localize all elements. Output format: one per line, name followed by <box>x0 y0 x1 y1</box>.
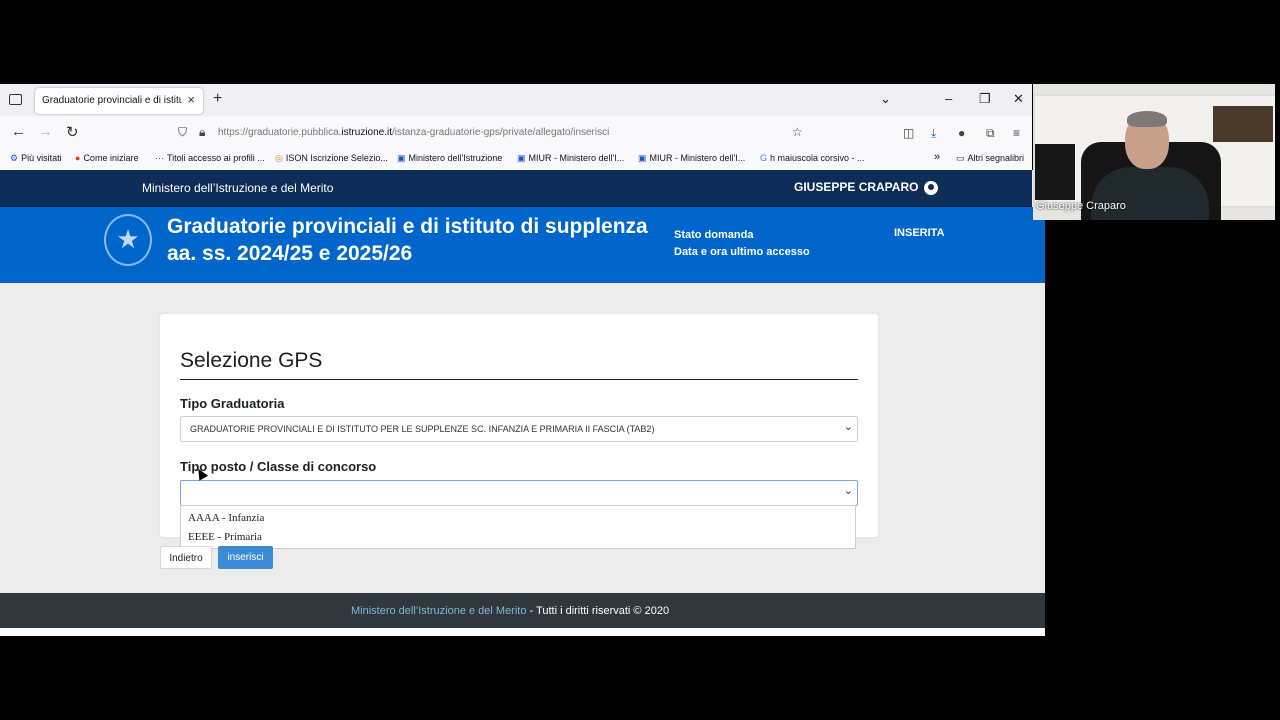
tipo-graduatoria-label: Tipo Graduatoria <box>180 396 285 411</box>
title-line-2: aa. ss. 2024/25 e 2025/26 <box>167 242 413 265</box>
menu-icon[interactable]: ≡ <box>1013 126 1020 140</box>
person-body <box>1091 167 1209 220</box>
lock-icon[interactable]: 🔒︎ <box>199 125 205 140</box>
pocket-icon[interactable]: ◫ <box>903 126 914 140</box>
bookmark-folder-icon: ▭ <box>956 153 965 163</box>
insert-button[interactable]: inserisci <box>218 546 273 569</box>
close-window-icon[interactable]: ✕ <box>1013 91 1024 107</box>
webcam-feed: Giuseppe Craparo <box>1033 84 1275 220</box>
person-hair <box>1127 111 1167 127</box>
bookmark-ministry-icon: ▣ <box>638 153 647 163</box>
bookmark-item[interactable]: ● Come iniziare <box>75 153 138 163</box>
bookmark-item[interactable]: Gh maiuscola corsivo - ... <box>760 153 865 163</box>
ministry-name[interactable]: Ministero dell’Istruzione e del Merito <box>142 181 333 195</box>
url-bar[interactable]: ⛉ 🔒︎ https://graduatorie.pubblica.istruz… <box>172 120 812 145</box>
bookmark-ministry-icon: ▣ <box>397 153 406 163</box>
tab-bar: Graduatorie provinciali e di istituto × … <box>0 84 1032 116</box>
browser-chrome: Graduatorie provinciali e di istituto × … <box>0 84 1032 170</box>
back-button[interactable]: Indietro <box>160 546 212 569</box>
participant-name: Giuseppe Craparo <box>1036 200 1126 212</box>
forward-icon[interactable]: → <box>38 123 53 140</box>
user-menu[interactable]: GIUSEPPE CRAPARO <box>794 180 939 195</box>
tab-title: Graduatorie provinciali e di istituto <box>42 95 182 106</box>
shield-icon[interactable]: ⛉ <box>178 125 187 140</box>
option-infanzia[interactable]: AAAA - Infanzia <box>188 512 264 524</box>
bookmark-star-icon[interactable]: ☆ <box>792 125 803 139</box>
option-primaria[interactable]: EEEE - Primaria <box>188 531 262 543</box>
status-value: INSERITA <box>894 227 945 239</box>
page-bottom-edge <box>0 628 1045 636</box>
back-icon[interactable]: ← <box>11 123 26 140</box>
top-strip: Ministero dell’Istruzione e del Merito G… <box>0 170 1032 207</box>
data-label: Data e ora ultimo accesso <box>674 246 810 258</box>
tipo-graduatoria-select[interactable]: GRADUATORIE PROVINCIALI E DI ISTITUTO PE… <box>180 416 858 442</box>
page-title: Graduatorie provinciali e di istituto di… <box>167 213 648 267</box>
chevron-down-icon: ⌄ <box>843 485 853 497</box>
republic-emblem: ★ <box>104 214 152 266</box>
tab-close-icon[interactable]: × <box>187 92 195 107</box>
emblem-star-icon: ★ <box>116 224 140 254</box>
account-icon[interactable]: ● <box>958 126 965 140</box>
footer-rights: - Tutti i diritti riservati © 2020 <box>526 605 670 617</box>
bookmark-item[interactable]: ▣ MIUR - Ministero dell'I... <box>517 153 624 164</box>
form-card: Selezione GPS Tipo Graduatoria GRADUATOR… <box>160 314 878 537</box>
url-text[interactable]: https://graduatorie.pubblica.istruzione.… <box>218 127 609 138</box>
tab-list-icon[interactable] <box>9 94 22 105</box>
picture-frame <box>1213 106 1273 142</box>
bookmarks-overflow-icon[interactable]: » <box>934 151 940 163</box>
restore-icon[interactable]: ❐ <box>979 91 991 107</box>
site-header: ★ Graduatorie provinciali e di istituto … <box>0 207 1045 283</box>
bookmark-item[interactable]: ▭ Altri segnalibri <box>956 153 1024 164</box>
title-line-1: Graduatorie provinciali e di istituto di… <box>167 215 648 238</box>
screen-left <box>1035 144 1075 200</box>
form-title: Selezione GPS <box>180 349 323 372</box>
tipo-graduatoria-value: GRADUATORIE PROVINCIALI E DI ISTITUTO PE… <box>190 424 655 434</box>
bookmark-item[interactable]: ◎ ISON Iscrizione Selezio... <box>275 153 388 164</box>
new-tab-button[interactable]: + <box>213 90 222 108</box>
bookmark-site-icon: ◎ <box>275 153 283 163</box>
user-name: GIUSEPPE CRAPARO <box>794 180 919 194</box>
bookmark-item[interactable]: ▣ Ministero dell'Istruzione <box>397 153 502 164</box>
user-icon <box>924 180 939 195</box>
tipo-posto-dropdown: AAAA - Infanzia EEEE - Primaria <box>180 505 856 549</box>
bookmarks-bar: ⚙ Più visitati ● Come iniziare ⋯ Titoli acc… <box>0 149 1032 170</box>
tabs-menu-icon[interactable]: ⌄ <box>880 91 891 107</box>
bookmark-ministry-icon: ▣ <box>517 153 526 163</box>
bookmark-item[interactable]: ▣ MIUR - Ministero dell'I... <box>638 153 745 164</box>
stato-label: Stato domanda <box>674 229 754 241</box>
tipo-posto-label: Tipo posto / Classe di concorso <box>180 459 377 474</box>
extensions-icon[interactable]: ⧉ <box>986 126 995 141</box>
active-tab[interactable]: Graduatorie provinciali e di istituto × <box>35 88 203 114</box>
minimize-icon[interactable]: – <box>945 91 952 106</box>
bookmark-firefox-icon: ● <box>75 153 81 163</box>
nav-bar: ← → ↻ ⛉ 🔒︎ https://graduatorie.pubblica.… <box>0 117 1032 149</box>
bookmark-gear-icon: ⚙ <box>10 153 19 163</box>
bookmark-item[interactable]: ⚙ Più visitati <box>10 153 62 164</box>
footer: Ministero dell’Istruzione e del Merito -… <box>0 593 1045 628</box>
tipo-posto-select[interactable]: ⌄ <box>180 480 858 506</box>
status-labels: Stato domanda Data e ora ultimo accesso <box>674 227 810 261</box>
chevron-down-icon: ⌄ <box>843 421 853 433</box>
bookmark-item[interactable]: ⋯ Titoli accesso ai profili ... <box>155 153 265 164</box>
footer-text: Ministero dell’Istruzione e del Merito -… <box>351 605 669 617</box>
web-page: Ministero dell’Istruzione e del Merito G… <box>0 170 1045 636</box>
reload-icon[interactable]: ↻ <box>66 123 79 141</box>
footer-link[interactable]: Ministero dell’Istruzione e del Merito <box>351 605 526 617</box>
downloads-icon[interactable]: ⤓ <box>931 126 936 141</box>
title-divider <box>180 379 858 380</box>
bookmark-google-icon: G <box>760 153 768 163</box>
bookmark-site-icon: ⋯ <box>155 153 164 163</box>
